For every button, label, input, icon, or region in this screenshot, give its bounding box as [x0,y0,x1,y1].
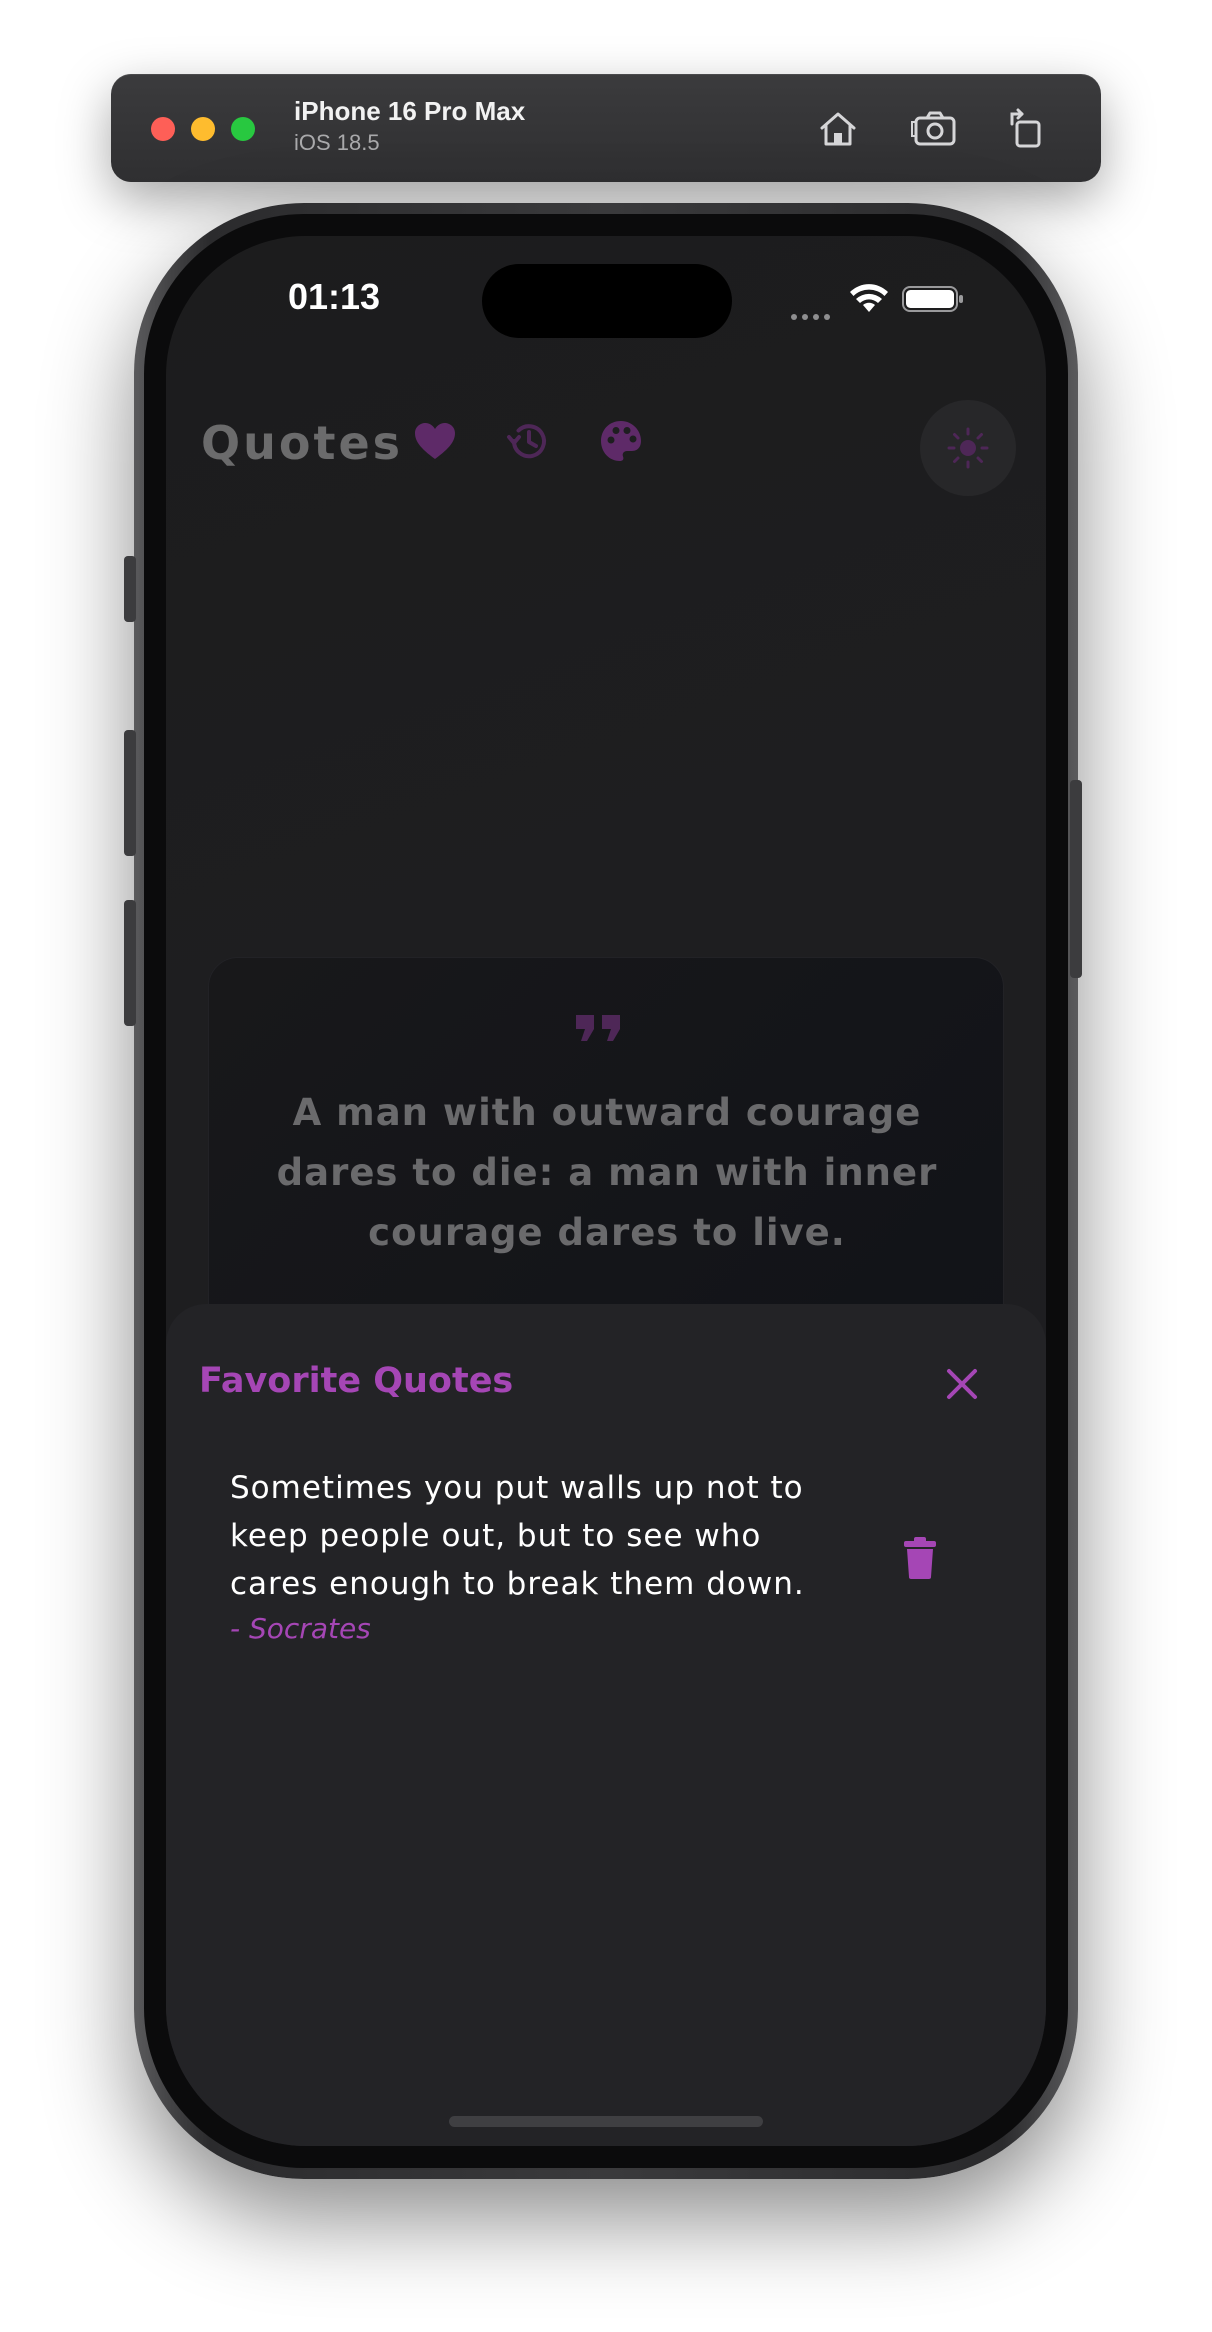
phone-screen: 01:13 Quotes A man with outward courage … [166,236,1046,2146]
favorites-sheet: Favorite Quotes Sometimes you put walls … [166,1304,1046,2146]
palette-icon[interactable] [598,418,644,464]
close-window-button[interactable] [151,117,175,141]
zoom-window-button[interactable] [231,117,255,141]
battery-icon [901,284,965,314]
heart-icon[interactable] [412,418,458,464]
volume-down-button [124,900,136,1026]
rotate-icon[interactable] [1002,104,1052,154]
trash-icon[interactable] [902,1536,938,1580]
home-icon[interactable] [813,104,863,154]
wifi-icon [849,282,889,314]
home-indicator[interactable] [449,2116,763,2127]
simulator-toolbar: iPhone 16 Pro Max iOS 18.5 [111,74,1101,182]
favorite-quote-author: - Socrates [230,1612,371,1645]
theme-toggle-button[interactable] [920,400,1016,496]
volume-up-button [124,730,136,856]
minimize-window-button[interactable] [191,117,215,141]
quote-mark-icon [574,1013,624,1043]
device-name: iPhone 16 Pro Max [294,96,526,126]
sun-icon [947,427,989,469]
quote-text: A man with outward courage dares to die:… [276,1091,938,1254]
screenshot-icon[interactable] [910,104,960,154]
favorite-quote-item[interactable]: Sometimes you put walls up not to keep p… [230,1464,950,1664]
favorite-quote-text: Sometimes you put walls up not to keep p… [230,1470,805,1602]
dynamic-island [482,264,732,338]
app-title: Quotes [201,416,404,470]
device-os-version: iOS 18.5 [294,130,380,155]
action-button [124,556,136,622]
power-button [1070,780,1082,978]
sheet-title: Favorite Quotes [199,1361,514,1401]
history-icon[interactable] [505,418,551,464]
status-time: 01:13 [288,276,381,317]
cellular-signal-icon [790,308,834,320]
close-icon[interactable] [944,1366,980,1402]
